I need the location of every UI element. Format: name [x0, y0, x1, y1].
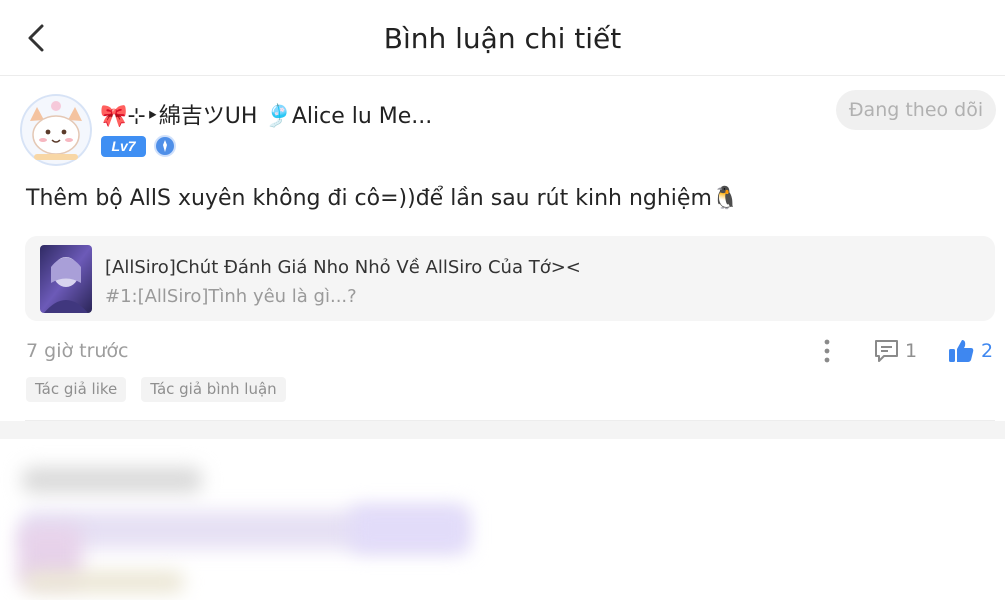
username[interactable]: 🎀⊹‣綿吉ツUH 🎐Alice lu Me... — [100, 98, 432, 130]
post-subtitle: #1:[AllSiro]Tình yêu là gì...? — [105, 286, 357, 307]
comment-text: Thêm bộ AllS xuyên không đi cô=))để lần … — [26, 186, 740, 211]
more-vertical-icon — [824, 339, 830, 363]
avatar[interactable] — [20, 94, 92, 166]
blurred-row — [24, 571, 184, 593]
comment-timestamp: 7 giờ trước — [26, 340, 129, 362]
like-button[interactable]: 2 — [947, 336, 993, 366]
tag-author-liked: Tác giả like — [26, 377, 127, 402]
like-count: 2 — [981, 340, 994, 362]
reply-count: 1 — [905, 340, 918, 362]
more-options-button[interactable] — [815, 337, 839, 365]
section-divider — [0, 421, 1005, 439]
user-badges: Lv7 — [101, 135, 176, 157]
author-tags: Tác giả like Tác giả bình luận — [26, 377, 286, 402]
level-badge: Lv7 — [101, 135, 146, 157]
post-thumbnail — [40, 245, 92, 313]
blurred-heading — [22, 467, 202, 493]
following-button[interactable]: Đang theo dõi — [836, 90, 996, 130]
top-bar: Bình luận chi tiết — [0, 0, 1005, 76]
post-title: [AllSiro]Chút Đánh Giá Nho Nhỏ Về AllSir… — [105, 257, 581, 278]
blurred-content-area — [0, 439, 1005, 600]
tag-author-replied: Tác giả bình luận — [141, 377, 286, 402]
linked-post-card[interactable]: [AllSiro]Chút Đánh Giá Nho Nhỏ Về AllSir… — [25, 236, 995, 321]
thumbs-up-icon — [949, 340, 974, 362]
medal-icon — [154, 135, 176, 157]
page-title: Bình luận chi tiết — [383, 22, 622, 55]
blurred-row — [350, 505, 470, 553]
reply-button[interactable]: 1 — [873, 337, 917, 365]
comment-icon — [875, 340, 898, 362]
